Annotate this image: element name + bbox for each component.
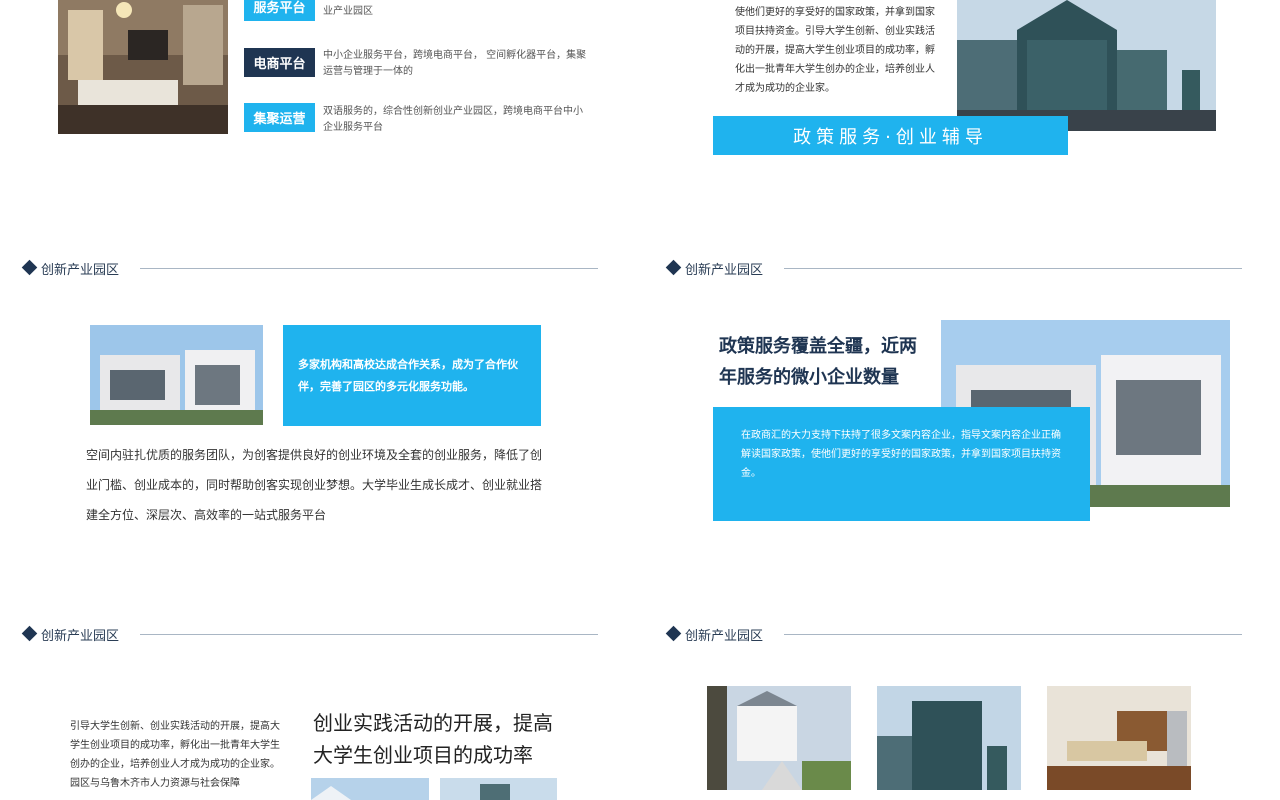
diamond-icon bbox=[665, 259, 682, 276]
bottom-photo-2 bbox=[440, 778, 557, 800]
cooperation-box: 多家机构和高校达成合作关系，成为了合作伙伴，完善了园区的多元化服务功能。 bbox=[283, 325, 541, 426]
building-photo-top bbox=[957, 0, 1216, 131]
divider bbox=[784, 268, 1242, 269]
practice-heading: 创业实践活动的开展，提高大学生创业项目的成功率 bbox=[313, 711, 553, 767]
section-header-bottom-left: 创新产业园区 bbox=[21, 625, 602, 645]
tag-service-platform-desc: 业产业园区 bbox=[323, 6, 373, 17]
tag-ecommerce-platform-desc: 中小企业服务平台，跨境电商平台， 空间孵化器平台，集聚运营与管理于一体的 bbox=[323, 50, 587, 77]
cooperation-box-text: 多家机构和高校达成合作关系，成为了合作伙伴，完善了园区的多元化服务功能。 bbox=[298, 358, 518, 393]
tag-ecommerce-platform: 电商平台 bbox=[244, 48, 315, 77]
section-title: 创新产业园区 bbox=[685, 629, 764, 644]
support-box-text: 在政商汇的大力支持下扶持了很多文案内容企业，指导文案内容企业正确解读国家政策，使… bbox=[741, 430, 1061, 479]
section-header-mid-right: 创新产业园区 bbox=[665, 259, 1246, 279]
diamond-icon bbox=[21, 625, 38, 642]
villa-photo-small bbox=[90, 325, 263, 425]
policy-banner: 政策服务·创业辅导 bbox=[713, 116, 1068, 155]
hotel-photo bbox=[877, 686, 1021, 790]
service-team-paragraph: 空间内驻扎优质的服务团队，为创客提供良好的创业环境及全套的创业服务，降低了创业门… bbox=[86, 448, 543, 522]
support-box: 在政商汇的大力支持下扶持了很多文案内容企业，指导文案内容企业正确解读国家政策，使… bbox=[713, 407, 1090, 521]
section-title: 创新产业园区 bbox=[41, 629, 120, 644]
divider bbox=[140, 634, 598, 635]
mansion-photo bbox=[707, 686, 851, 790]
tag-cluster-operation-desc: 双语服务的，综合性创新创业产业园区，跨境电商平台中小企业服务平台 bbox=[323, 106, 583, 133]
section-title: 创新产业园区 bbox=[685, 263, 764, 278]
living-room-photo bbox=[58, 0, 228, 134]
policy-coverage-heading: 政策服务覆盖全疆，近两年服务的微小企业数量 bbox=[719, 336, 917, 388]
tag-service-platform: 服务平台 bbox=[244, 0, 315, 21]
diamond-icon bbox=[21, 259, 38, 276]
policy-paragraph: 使他们更好的享受好的国家政策，并拿到国家项目扶持资金。引导大学生创新、创业实践活… bbox=[735, 7, 935, 94]
section-header-mid-left: 创新产业园区 bbox=[21, 259, 602, 279]
section-header-bottom-right: 创新产业园区 bbox=[665, 625, 1246, 645]
practice-paragraph: 引导大学生创新、创业实践活动的开展，提高大学生创业项目的成功率，孵化出一批青年大… bbox=[70, 721, 280, 789]
tag-cluster-operation: 集聚运营 bbox=[244, 103, 315, 132]
section-title: 创新产业园区 bbox=[41, 263, 120, 278]
divider bbox=[784, 634, 1242, 635]
bottom-photo-1 bbox=[311, 778, 429, 800]
kitchen-photo bbox=[1047, 686, 1191, 790]
diamond-icon bbox=[665, 625, 682, 642]
divider bbox=[140, 268, 598, 269]
